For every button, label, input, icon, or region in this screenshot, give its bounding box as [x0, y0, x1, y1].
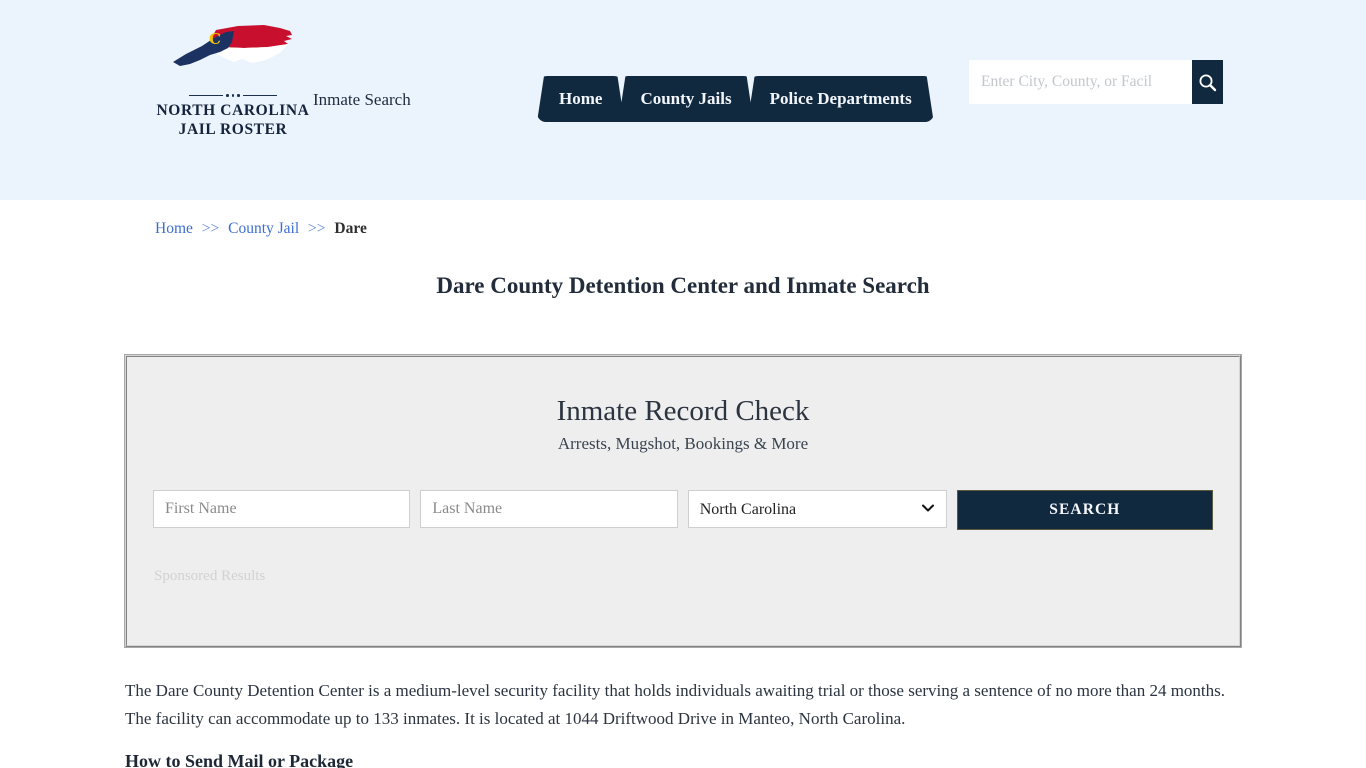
inmate-search-submit-button[interactable]: SEARCH	[956, 490, 1214, 530]
map-letter-c: C	[209, 30, 221, 48]
inmate-search-form: North Carolina SEARCH	[127, 490, 1239, 530]
nav-item-county-jails[interactable]: County Jails	[618, 76, 753, 122]
main-navigation: Home County Jails Police Departments	[537, 72, 934, 122]
header-inner: C NORTH CAROLINA JAIL ROSTER Inmate Sear…	[123, 0, 1243, 200]
header-search-button[interactable]	[1192, 60, 1223, 104]
site-header: C NORTH CAROLINA JAIL ROSTER Inmate Sear…	[0, 0, 1366, 200]
breadcrumb: Home >> County Jail >> Dare	[123, 200, 1243, 238]
facility-description: The Dare County Detention Center is a me…	[125, 681, 1226, 728]
page-title: Dare County Detention Center and Inmate …	[436, 273, 930, 298]
last-name-input[interactable]	[420, 490, 678, 528]
first-name-input[interactable]	[153, 490, 411, 528]
header-tagline: Inmate Search	[313, 90, 411, 109]
page-content: Home >> County Jail >> Dare Dare County …	[123, 200, 1243, 768]
state-select-wrapper: North Carolina	[687, 490, 947, 528]
north-carolina-map-icon: C	[173, 25, 292, 66]
breadcrumb-home[interactable]: Home	[155, 220, 193, 237]
logo-divider	[173, 94, 293, 97]
header-search-input[interactable]	[969, 60, 1192, 104]
nav-item-home[interactable]: Home	[537, 76, 624, 122]
section-heading-mail: How to Send Mail or Package	[125, 751, 354, 768]
breadcrumb-county-jail[interactable]: County Jail	[228, 220, 299, 237]
logo-text-line2: JAIL ROSTER	[178, 120, 288, 138]
sponsored-results-label: Sponsored Results	[154, 568, 266, 584]
nav-item-police-departments[interactable]: Police Departments	[748, 76, 934, 122]
record-check-title: Inmate Record Check	[556, 395, 810, 427]
logo-text-line1: NORTH CAROLINA	[156, 101, 310, 119]
state-select[interactable]: North Carolina	[687, 490, 947, 528]
search-icon	[1199, 74, 1217, 91]
record-check-subtitle: Arrests, Mugshot, Bookings & More	[557, 434, 809, 453]
breadcrumb-separator-1: >>	[201, 220, 220, 237]
header-search	[969, 60, 1223, 104]
site-logo[interactable]: C NORTH CAROLINA JAIL ROSTER	[148, 22, 318, 139]
breadcrumb-separator-2: >>	[308, 220, 326, 237]
breadcrumb-current: Dare	[334, 220, 367, 237]
inmate-record-check-card: Inmate Record Check Arrests, Mugshot, Bo…	[124, 354, 1242, 648]
